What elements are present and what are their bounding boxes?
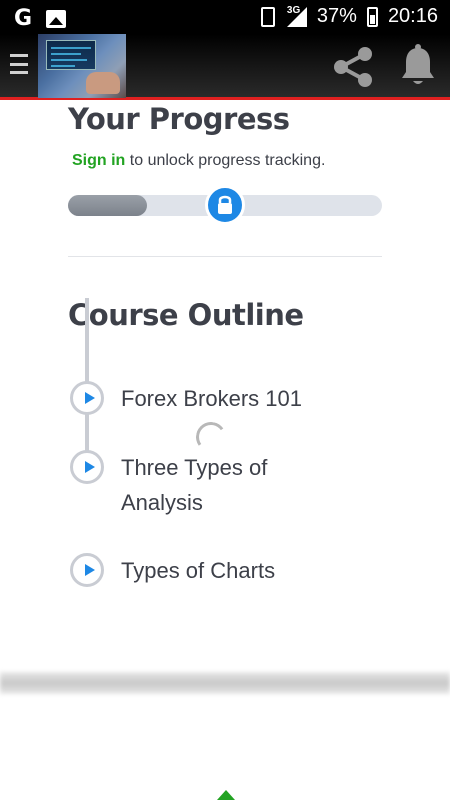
battery-percent: 37% [316,5,357,27]
signal-icon: 3G [285,4,307,27]
sign-in-link[interactable]: Sign in [72,152,125,169]
progress-lock-button[interactable] [205,185,245,225]
google-icon: G [14,6,33,31]
hamburger-icon[interactable] [10,54,28,74]
lesson-title[interactable]: Types of Charts [121,553,321,588]
course-thumbnail[interactable] [38,34,126,98]
progress-bar [68,185,382,225]
image-icon [46,9,67,28]
course-outline-title: Course Outline [68,298,304,332]
app-bar [0,34,450,100]
bottom-sheet-shadow [0,672,450,694]
lesson-title[interactable]: Forex Brokers 101 [121,381,321,416]
play-icon[interactable] [70,381,104,415]
bell-icon[interactable] [400,44,436,88]
play-icon[interactable] [70,553,104,587]
sign-in-suffix: to unlock progress tracking. [125,152,326,169]
lock-icon [218,195,232,214]
battery-icon [366,6,378,27]
status-bar: G 3G 37% 20:16 [0,0,450,34]
section-divider [68,256,382,257]
play-icon[interactable] [70,450,104,484]
clock: 20:16 [387,5,438,27]
vibrate-icon [260,6,275,27]
progress-title: Your Progress [68,102,290,136]
sign-in-prompt: Sign in to unlock progress tracking. [72,152,325,170]
progress-bar-fill [68,195,147,216]
lesson-title[interactable]: Three Types of Analysis [121,450,321,520]
share-icon[interactable] [330,44,376,90]
up-arrow-icon [217,790,235,800]
network-type: 3G [286,4,301,16]
